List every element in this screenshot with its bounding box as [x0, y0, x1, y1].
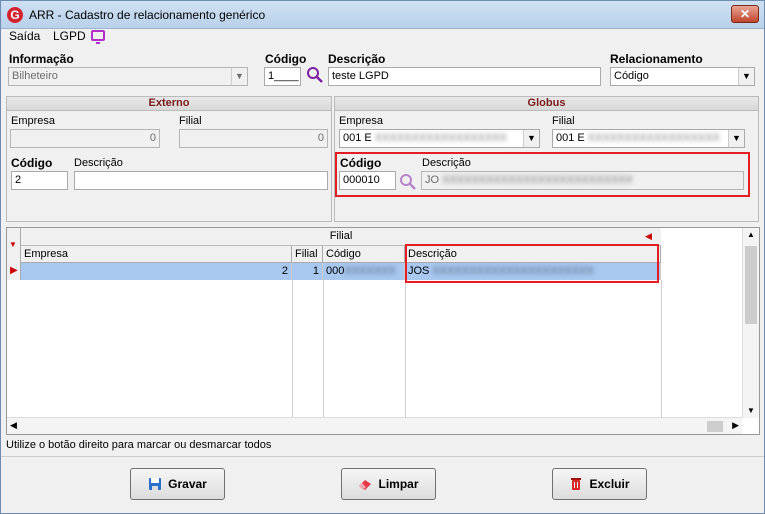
limpar-button[interactable]: Limpar — [341, 468, 436, 500]
descricao-highlight-box — [405, 244, 659, 283]
informacao-value: Bilheteiro — [12, 70, 58, 82]
globus-descricao-redacted: XXXXXXXXXXXXXXXXXXXXXXXXXX — [439, 174, 633, 186]
externo-codigo-input[interactable]: 2 — [11, 171, 68, 190]
cell-filial: 1 — [292, 263, 323, 280]
codigo-label: Código — [265, 52, 307, 66]
limpar-label: Limpar — [378, 477, 419, 491]
cell-empresa: 2 — [21, 263, 292, 280]
column-divider — [292, 280, 293, 418]
save-icon — [149, 478, 162, 490]
globus-codigo-label: Código — [340, 156, 382, 170]
codigo-input[interactable]: 1____ — [264, 67, 301, 86]
search-icon[interactable] — [306, 66, 324, 84]
column-header-empresa[interactable]: Empresa — [21, 246, 292, 263]
relacionamento-label: Relacionamento — [610, 52, 703, 66]
app-logo-icon: G — [7, 7, 23, 23]
externo-empresa-label: Empresa — [11, 115, 56, 127]
menu-bar: Saída LGPD — [1, 29, 764, 45]
globus-empresa-value: 001 E — [343, 132, 372, 144]
divider — [1, 456, 764, 457]
gravar-button[interactable]: Gravar — [130, 468, 225, 500]
globus-filial-select[interactable]: 001 E XXXXXXXXXXXXXXXXXX ▼ — [552, 129, 745, 148]
globus-empresa-label: Empresa — [339, 115, 384, 127]
descricao-input[interactable]: teste LGPD — [328, 67, 601, 86]
title-bar: G ARR - Cadastro de relacionamento genér… — [1, 1, 764, 29]
grid-corner: ▼ — [7, 228, 21, 263]
excluir-button[interactable]: Excluir — [552, 468, 647, 500]
column-divider — [323, 280, 324, 418]
column-header-filial[interactable]: Filial — [292, 246, 323, 263]
globus-filial-value: 001 E — [556, 132, 585, 144]
cell-codigo-value: 000 — [326, 265, 345, 277]
relacionamento-select[interactable]: Código ▼ — [610, 67, 755, 86]
externo-header: Externo — [7, 97, 331, 111]
informacao-select[interactable]: Bilheteiro ▼ — [8, 67, 248, 86]
monitor-icon[interactable] — [91, 30, 105, 44]
trash-icon — [571, 478, 582, 490]
globus-filial-label: Filial — [552, 115, 575, 127]
eraser-icon — [359, 480, 372, 490]
column-divider — [405, 280, 406, 418]
globus-empresa-select[interactable]: 001 E XXXXXXXXXXXXXXXXXX ▼ — [339, 129, 540, 148]
chevron-down-icon: ▼ — [231, 68, 247, 85]
row-indicator[interactable]: ▶ — [7, 263, 21, 280]
relacionamento-value: Código — [614, 70, 649, 82]
gravar-label: Gravar — [168, 477, 207, 491]
globus-descricao-field[interactable]: JO XXXXXXXXXXXXXXXXXXXXXXXXXX — [421, 171, 744, 190]
scroll-thumb[interactable] — [745, 246, 757, 324]
globus-descricao-value: JO — [425, 174, 440, 186]
externo-descricao-input[interactable] — [74, 171, 328, 190]
externo-filial-field[interactable]: 0 — [179, 129, 328, 148]
column-divider — [661, 280, 662, 418]
informacao-label: Informação — [9, 52, 74, 66]
current-row-arrow-icon: ▶ — [10, 265, 18, 276]
main-window: G ARR - Cadastro de relacionamento genér… — [0, 0, 765, 514]
menu-lgpd[interactable]: LGPD — [53, 29, 86, 43]
globus-descricao-label: Descrição — [422, 157, 471, 169]
sort-indicator-icon[interactable]: ▼ — [9, 240, 17, 249]
externo-empresa-field[interactable]: 0 — [10, 129, 160, 148]
externo-codigo-label: Código — [11, 156, 53, 170]
globus-header: Globus — [335, 97, 758, 111]
externo-filial-label: Filial — [179, 115, 202, 127]
scroll-down-icon[interactable]: ▼ — [747, 406, 755, 415]
scroll-up-icon[interactable]: ▲ — [747, 230, 755, 239]
scroll-right-icon[interactable]: ▶ — [732, 420, 739, 431]
descricao-label: Descrição — [328, 52, 386, 66]
close-button[interactable]: ✕ — [731, 5, 759, 23]
collapse-left-icon[interactable]: ◀ — [645, 231, 652, 242]
status-text: Utilize o botão direito para marcar ou d… — [6, 439, 272, 451]
horizontal-scrollbar[interactable]: ◀ ▶ — [7, 417, 742, 434]
scroll-left-icon[interactable]: ◀ — [10, 420, 17, 431]
chevron-down-icon: ▼ — [728, 130, 744, 147]
excluir-label: Excluir — [589, 477, 630, 491]
chevron-down-icon: ▼ — [738, 68, 754, 85]
globus-filial-redacted: XXXXXXXXXXXXXXXXXX — [584, 132, 720, 144]
window-title: ARR - Cadastro de relacionamento genéric… — [29, 8, 266, 22]
globus-empresa-redacted: XXXXXXXXXXXXXXXXXX — [371, 132, 507, 144]
cell-codigo: 000XXXXXXX — [323, 263, 405, 280]
cell-codigo-redacted: XXXXXXX — [344, 265, 396, 277]
hscroll-thumb[interactable] — [707, 421, 723, 432]
search-icon[interactable] — [399, 173, 417, 191]
menu-saida[interactable]: Saída — [9, 29, 40, 43]
externo-descricao-label: Descrição — [74, 157, 123, 169]
chevron-down-icon: ▼ — [523, 130, 539, 147]
globus-codigo-input[interactable]: 000010 — [339, 171, 396, 190]
filial-grid: ▼ Filial ◀ Empresa Filial Código Descriç… — [6, 227, 760, 435]
vertical-scrollbar[interactable]: ▲ ▼ — [742, 228, 759, 418]
column-header-codigo[interactable]: Código — [323, 246, 405, 263]
